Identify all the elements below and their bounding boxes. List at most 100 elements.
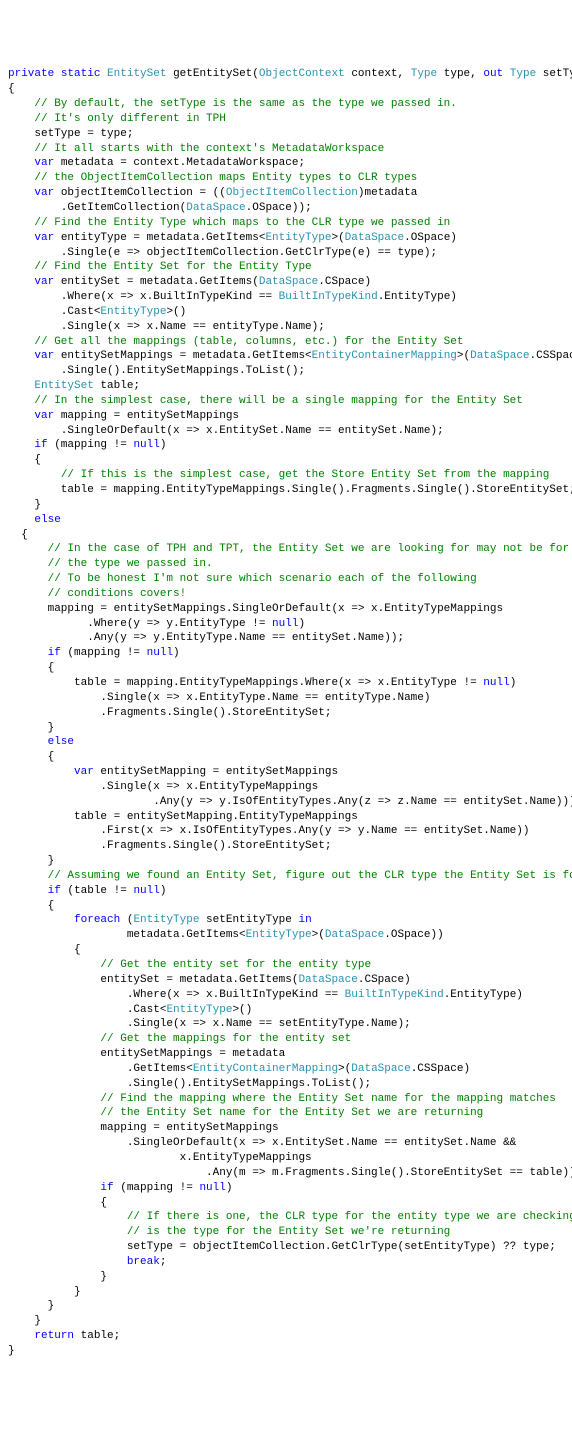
token-cm: // Find the Entity Type which maps to th… — [34, 217, 450, 229]
code-line: x.EntityTypeMappings — [8, 1151, 564, 1166]
token-text: .EntityType) — [378, 291, 457, 303]
token-text — [8, 1093, 100, 1105]
token-text: objectItemCollection = (( — [54, 187, 226, 199]
code-line: .Where(x => x.BuiltInTypeKind == BuiltIn… — [8, 290, 564, 305]
token-text: >() — [166, 306, 186, 318]
code-line: { — [8, 1196, 564, 1211]
token-text: table = entitySetMapping.EntityTypeMappi… — [8, 811, 358, 823]
token-text: .Any(m => m.Fragments.Single().StoreEnti… — [8, 1167, 572, 1179]
token-type: EntityType — [133, 914, 199, 926]
token-text: (mapping != — [114, 1182, 200, 1194]
token-cm: // the type we passed in. — [48, 558, 213, 570]
token-text: >( — [312, 929, 325, 941]
token-text: .GetItems< — [8, 1063, 193, 1075]
token-text: .EntityType) — [444, 989, 523, 1001]
token-text: .Cast< — [8, 1004, 166, 1016]
token-kw: static — [61, 68, 101, 80]
token-text: .Single(e => objectItemCollection.GetClr… — [8, 247, 437, 259]
token-text — [8, 350, 34, 362]
token-text — [8, 514, 34, 526]
code-line: foreach (EntityType setEntityType in — [8, 913, 564, 928]
token-text: } — [8, 1300, 54, 1312]
token-kw: out — [483, 68, 503, 80]
token-text — [8, 766, 74, 778]
token-type: BuiltInTypeKind — [345, 989, 444, 1001]
token-cm: // Assuming we found an Entity Set, figu… — [48, 870, 572, 882]
code-line: // Find the Entity Type which maps to th… — [8, 216, 564, 231]
token-text: .Where(x => x.BuiltInTypeKind == — [8, 989, 345, 1001]
token-text: } — [8, 1286, 81, 1298]
token-cm: // Get all the mappings (table, columns,… — [34, 336, 463, 348]
code-line: { — [8, 750, 564, 765]
token-cm: // It's only different in TPH — [34, 113, 225, 125]
token-text: table = mapping.EntityTypeMappings.Where… — [8, 677, 483, 689]
token-type: DataSpace — [186, 202, 245, 214]
token-cm: // Find the mapping where the Entity Set… — [100, 1093, 555, 1105]
code-line: mapping = entitySetMappings — [8, 1121, 564, 1136]
token-text: ) — [160, 885, 167, 897]
token-text: entitySetMappings = metadata — [8, 1048, 285, 1060]
code-line: break; — [8, 1255, 564, 1270]
code-line: .First(x => x.IsOfEntityTypes.Any(y => y… — [8, 824, 564, 839]
token-text: )metadata — [358, 187, 417, 199]
code-line: { — [8, 899, 564, 914]
code-line: entitySet = metadata.GetItems(DataSpace.… — [8, 973, 564, 988]
token-text — [8, 914, 74, 926]
token-cm: // Get the mappings for the entity set — [100, 1033, 351, 1045]
token-type: DataSpace — [259, 276, 318, 288]
code-line: return table; — [8, 1329, 564, 1344]
token-type: EntityContainerMapping — [193, 1063, 338, 1075]
code-line: // By default, the setType is the same a… — [8, 97, 564, 112]
token-text: ) — [160, 439, 167, 451]
code-line: // It all starts with the context's Meta… — [8, 142, 564, 157]
token-text: ) — [226, 1182, 233, 1194]
code-line: table = entitySetMapping.EntityTypeMappi… — [8, 810, 564, 825]
token-text: { — [8, 751, 54, 763]
code-line: .Cast<EntityType>() — [8, 1003, 564, 1018]
token-kw: var — [34, 157, 54, 169]
token-text — [8, 959, 100, 971]
token-text — [8, 558, 48, 570]
code-line: // If this is the simplest case, get the… — [8, 468, 564, 483]
token-text — [8, 98, 34, 110]
token-kw: if — [48, 647, 61, 659]
code-line: if (table != null) — [8, 884, 564, 899]
token-type: EntitySet — [107, 68, 166, 80]
token-cm: // If there is one, the CLR type for the… — [127, 1211, 572, 1223]
token-kw: null — [199, 1182, 225, 1194]
code-line: } — [8, 1299, 564, 1314]
token-text: setType = objectItemCollection.GetClrTyp… — [8, 1241, 556, 1253]
token-cm: // In the simplest case, there will be a… — [34, 395, 522, 407]
token-text — [54, 68, 61, 80]
code-line: var entitySet = metadata.GetItems(DataSp… — [8, 275, 564, 290]
token-type: BuiltInTypeKind — [279, 291, 378, 303]
token-text: setEntityType — [199, 914, 298, 926]
token-kw: else — [48, 736, 74, 748]
token-text: .OSpace)) — [384, 929, 443, 941]
code-line: // Get the mappings for the entity set — [8, 1032, 564, 1047]
token-type: Type — [411, 68, 437, 80]
token-cm: // Find the Entity Set for the Entity Ty… — [34, 261, 311, 273]
token-text: entitySet = metadata.GetItems( — [54, 276, 259, 288]
token-text: table; — [74, 1330, 120, 1342]
code-line: } — [8, 1344, 564, 1359]
token-text: .SingleOrDefault(x => x.EntitySet.Name =… — [8, 425, 444, 437]
token-text — [8, 885, 48, 897]
token-text: .Single(x => x.EntityType.Name == entity… — [8, 692, 430, 704]
token-text: entityType = metadata.GetItems< — [54, 232, 265, 244]
token-text: } — [8, 1345, 15, 1357]
code-line: // To be honest I'm not sure which scena… — [8, 572, 564, 587]
token-text: table = mapping.EntityTypeMappings.Singl… — [8, 484, 572, 496]
token-cm: // By default, the setType is the same a… — [34, 98, 456, 110]
token-text: (mapping != — [48, 439, 134, 451]
token-text: ) — [510, 677, 517, 689]
code-line: EntitySet table; — [8, 379, 564, 394]
token-text: { — [8, 529, 28, 541]
code-line: } — [8, 854, 564, 869]
code-line: // In the case of TPH and TPT, the Entit… — [8, 542, 564, 557]
token-text: table; — [94, 380, 140, 392]
code-line: // Find the Entity Set for the Entity Ty… — [8, 260, 564, 275]
token-cm: // It all starts with the context's Meta… — [34, 143, 384, 155]
token-text — [8, 232, 34, 244]
token-text — [8, 1256, 127, 1268]
